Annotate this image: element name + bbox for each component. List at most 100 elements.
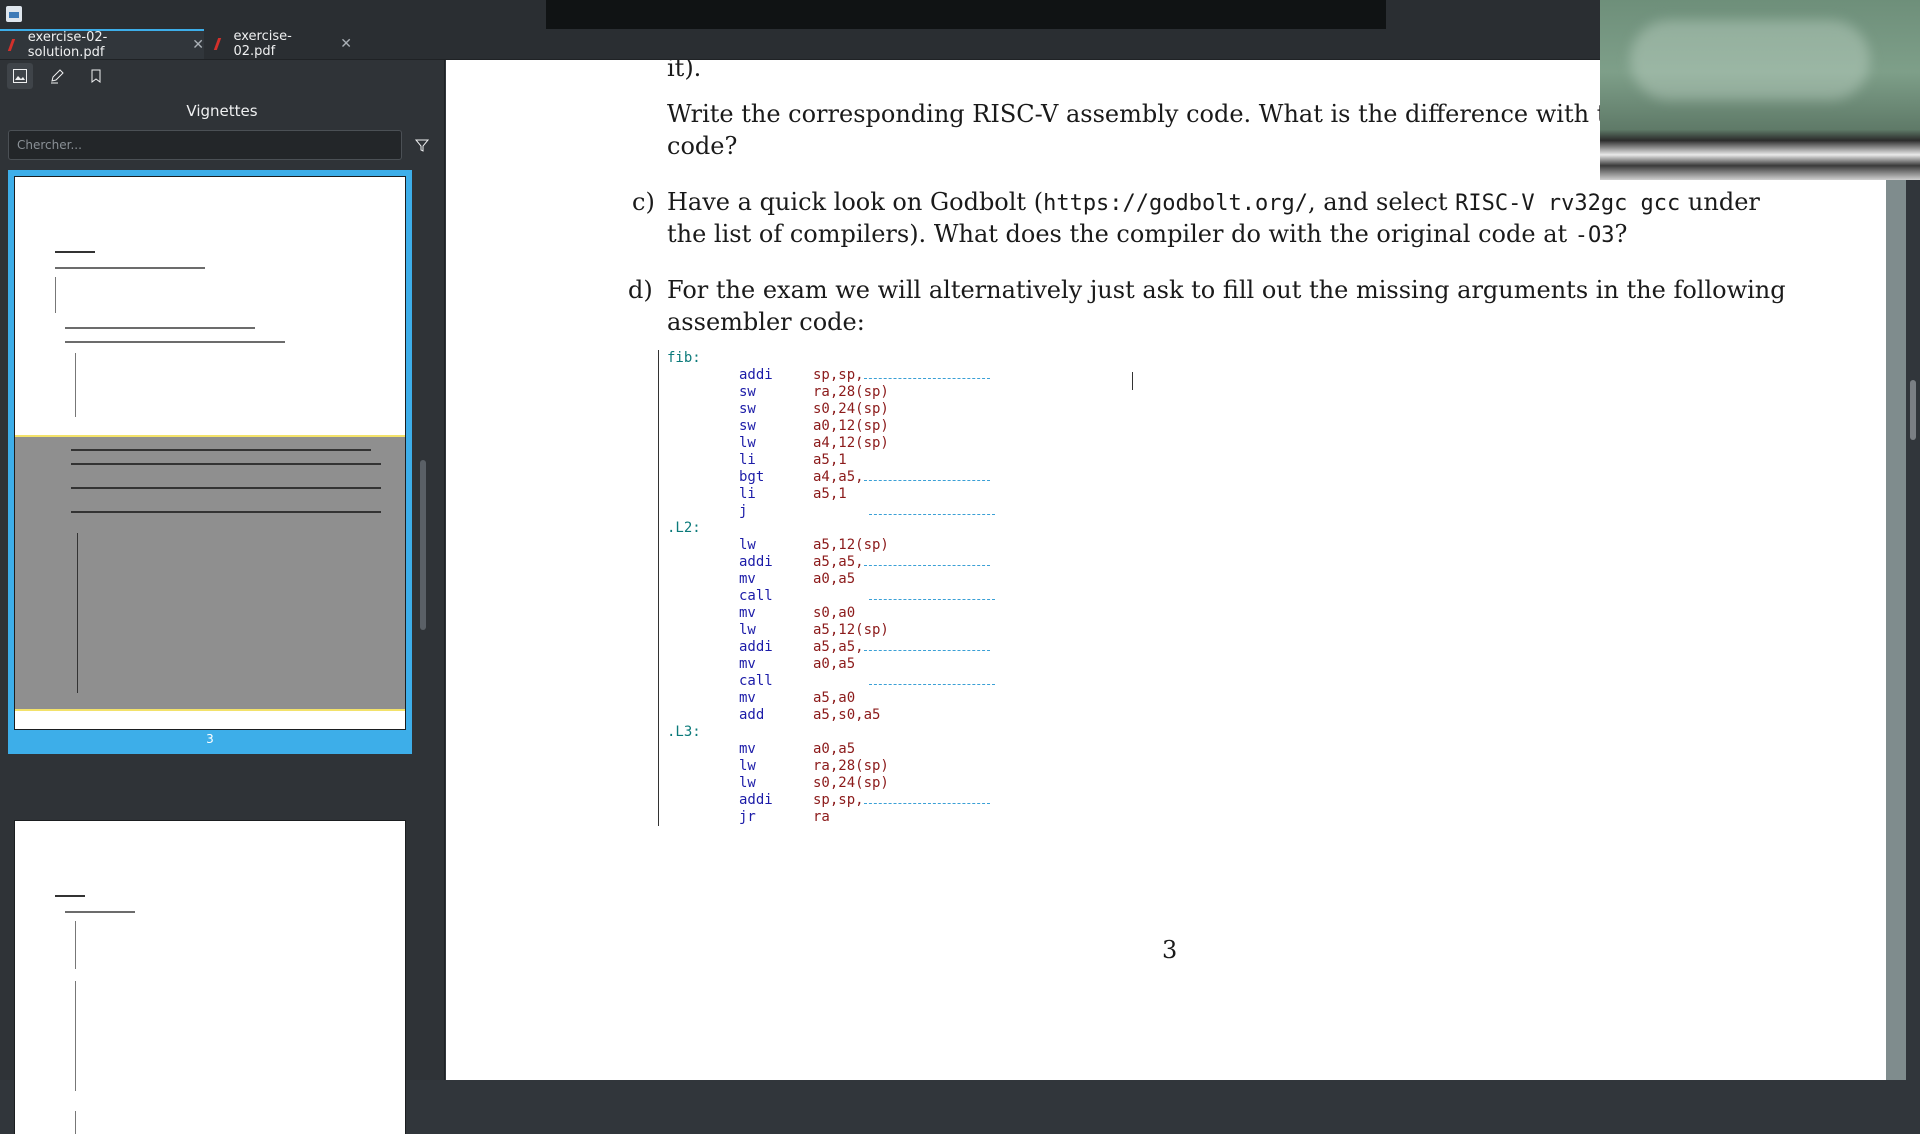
optimization-flag: -O3 [1574, 223, 1615, 248]
page-thumbnail-3[interactable] [14, 176, 406, 730]
close-icon[interactable]: ✕ [340, 36, 352, 52]
item-c-text-part: ? [1614, 220, 1628, 248]
code-instruction-line: sw ra,28(sp) [659, 384, 1179, 401]
item-c-text: Have a quick look on Godbolt (https://go… [667, 186, 1760, 220]
code-argument-text: a5,1 [813, 486, 847, 502]
item-d-label: d) [628, 276, 653, 304]
code-opcode: call [739, 673, 773, 689]
filter-icon[interactable] [414, 137, 430, 153]
tab-exercise-02[interactable]: exercise-02.pdf ✕ [206, 29, 352, 59]
pdf-icon [10, 39, 20, 51]
code-instruction-line: addi a5,a5, [659, 554, 1179, 571]
scrollbar-handle[interactable] [1910, 380, 1916, 440]
code-opcode: j [739, 503, 748, 519]
code-opcode: addi [739, 792, 773, 808]
code-argument-text: a5,1 [813, 452, 847, 468]
webcam-overlay [1600, 0, 1920, 180]
code-instruction-line: addi sp,sp, [659, 367, 1179, 384]
code-argument-text: ra,28(sp) [813, 384, 889, 400]
code-arguments: sp,sp, [813, 792, 990, 809]
code-arguments [813, 588, 995, 605]
code-opcode: lw [739, 758, 756, 774]
code-arguments: a5,12(sp) [813, 622, 889, 639]
bookmark-icon[interactable] [83, 63, 109, 89]
document-viewer[interactable]: it). Write the corresponding RISC-V asse… [446, 60, 1920, 1080]
pdf-page: it). Write the corresponding RISC-V asse… [446, 60, 1886, 1080]
code-arguments: a5,12(sp) [813, 537, 889, 554]
code-instruction-line: lw a5,12(sp) [659, 537, 1179, 554]
sidebar-scrollbar[interactable] [420, 170, 426, 1130]
code-label-line: fib: [659, 350, 1179, 367]
visible-area-highlight [15, 435, 405, 711]
compiler-name: RISC-V rv32gc gcc [1455, 191, 1681, 216]
thumbnail-list[interactable]: 3 [8, 170, 414, 1134]
tab-label: exercise-02.pdf [233, 29, 292, 59]
thumbnail-search-input[interactable]: Chercher... [8, 130, 402, 160]
item-c-text-part: Have a quick look on Godbolt ( [667, 188, 1044, 216]
code-arguments [813, 503, 995, 520]
code-instruction-line: call [659, 673, 1179, 690]
code-arguments: a0,a5 [813, 571, 855, 588]
thumbnails-icon[interactable] [7, 63, 33, 89]
code-arguments: ra [813, 809, 830, 826]
code-opcode: add [739, 707, 765, 723]
code-opcode: call [739, 588, 773, 604]
code-instruction-line: li a5,1 [659, 452, 1179, 469]
code-arguments: a5,a0 [813, 690, 855, 707]
code-instruction-line: mv a0,a5 [659, 741, 1179, 758]
page-thumbnail-4[interactable] [14, 820, 406, 1134]
code-argument-text: a0,a5 [813, 571, 856, 587]
code-arguments: ra,28(sp) [813, 384, 889, 401]
code-opcode: lw [739, 775, 756, 791]
thumbnail-page-number: 3 [206, 732, 214, 746]
code-opcode: lw [739, 622, 756, 638]
code-instruction-line: addi a5,a5, [659, 639, 1179, 656]
code-opcode: mv [739, 656, 756, 672]
code-arguments: a5,a5, [813, 639, 990, 656]
code-arguments: a5,1 [813, 486, 847, 503]
code-arguments: ra,28(sp) [813, 758, 889, 775]
code-argument-text: a4,a5, [813, 469, 864, 485]
code-label: .L2: [667, 520, 701, 536]
code-label-line: .L3: [659, 724, 1179, 741]
code-instruction-line: lw s0,24(sp) [659, 775, 1179, 792]
code-arguments: s0,a0 [813, 605, 855, 622]
code-instruction-line: jr ra [659, 809, 1179, 826]
code-instruction-line: sw s0,24(sp) [659, 401, 1179, 418]
missing-argument-blank [869, 589, 995, 600]
code-arguments: a0,a5 [813, 741, 855, 758]
sidebar-toolbar [0, 60, 444, 92]
item-d-text: For the exam we will alternatively just … [667, 276, 1786, 304]
exercise-text: Write the corresponding RISC-V assembly … [667, 100, 1607, 128]
exercise-text: code? [667, 132, 738, 160]
code-argument-text: a5,a5, [813, 639, 864, 655]
tab-exercise-02-solution[interactable]: exercise-02-solution.pdf ✕ [0, 29, 204, 60]
code-arguments: a5,s0,a5 [813, 707, 880, 724]
sidebar-panel: Vignettes Chercher... 3 [0, 60, 445, 1134]
scrollbar-handle[interactable] [420, 460, 426, 630]
item-c-text-part: , and select [1307, 188, 1456, 216]
close-icon[interactable]: ✕ [192, 37, 204, 53]
code-arguments: a5,1 [813, 452, 847, 469]
code-instruction-line: mv a5,a0 [659, 690, 1179, 707]
code-opcode: lw [739, 435, 756, 451]
code-opcode: addi [739, 639, 773, 655]
annotate-icon[interactable] [44, 63, 70, 89]
code-argument-text: ra,28(sp) [813, 758, 889, 774]
code-instruction-line: sw a0,12(sp) [659, 418, 1179, 435]
page-number: 3 [1162, 936, 1178, 964]
document-scrollbar[interactable] [1906, 60, 1920, 1080]
code-argument-text: s0,a0 [813, 605, 856, 621]
code-label: fib: [667, 350, 701, 366]
code-instruction-line: j [659, 503, 1179, 520]
code-instruction-line: add a5,s0,a5 [659, 707, 1179, 724]
text-cursor-icon [1132, 372, 1135, 390]
code-arguments: s0,24(sp) [813, 401, 889, 418]
code-arguments [813, 673, 995, 690]
missing-argument-blank [869, 504, 995, 515]
code-argument-text: s0,24(sp) [813, 401, 889, 417]
code-opcode: li [739, 452, 756, 468]
code-instruction-line: lw a4,12(sp) [659, 435, 1179, 452]
missing-argument-blank [863, 555, 990, 566]
tab-label: exercise-02-solution.pdf [27, 30, 108, 60]
